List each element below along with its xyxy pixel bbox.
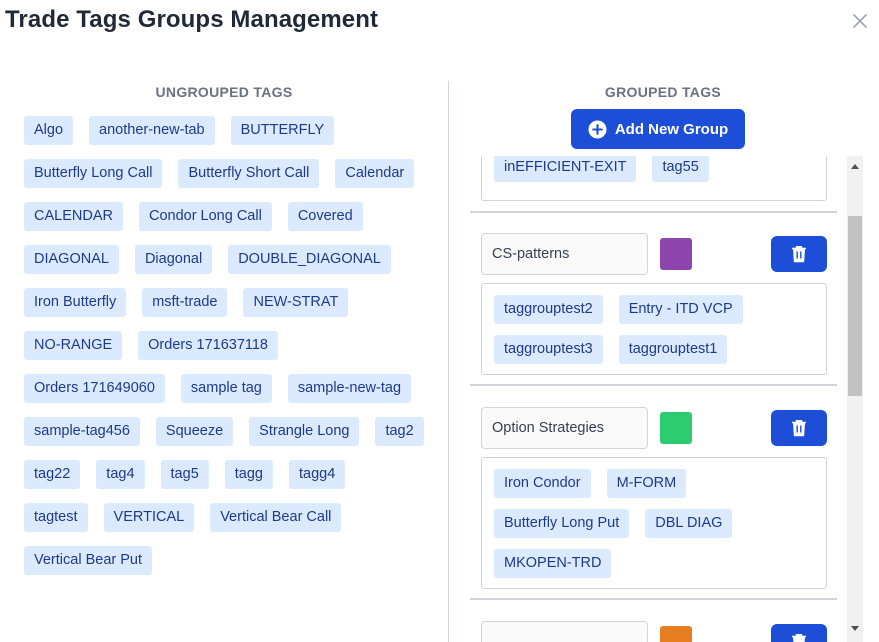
group-separator xyxy=(470,598,837,600)
dialog-title: Trade Tags Groups Management xyxy=(5,6,379,33)
tag-chip[interactable]: DOUBLE_DIAGONAL xyxy=(228,245,391,274)
grouped-tags-heading: GROUPED TAGS xyxy=(604,84,722,100)
tag-chip[interactable]: Squeeze xyxy=(155,417,234,446)
group-color-swatch[interactable] xyxy=(660,626,692,642)
groups-scrollbar[interactable] xyxy=(847,156,863,642)
tag-chip[interactable]: tag22 xyxy=(24,460,81,489)
add-new-group-label: Add New Group xyxy=(614,120,729,138)
scroll-up-arrow-icon[interactable] xyxy=(847,160,863,172)
tag-chip[interactable]: tagg4 xyxy=(289,460,346,489)
group-name-input[interactable] xyxy=(481,621,648,642)
tag-chip[interactable]: Butterfly Long Call xyxy=(24,159,163,188)
tag-chip[interactable]: sample tag xyxy=(180,374,272,403)
group-name-input[interactable]: Option Strategies xyxy=(481,407,648,449)
tag-chip[interactable]: tag55 xyxy=(652,156,709,182)
scroll-down-arrow-icon[interactable] xyxy=(847,622,863,634)
tag-chip[interactable]: Orders 171637118 xyxy=(138,331,279,360)
tag-chip[interactable]: MKOPEN-TRD xyxy=(494,549,612,578)
tag-chip[interactable]: NEW-STRAT xyxy=(243,288,349,317)
tag-chip[interactable]: BUTTERFLY xyxy=(230,116,335,145)
group-color-swatch[interactable] xyxy=(660,412,692,444)
tag-chip[interactable]: msft-trade xyxy=(142,288,228,317)
group-separator xyxy=(470,211,837,213)
tag-chip[interactable]: taggrouptest3 xyxy=(494,335,603,364)
delete-group-button[interactable] xyxy=(771,236,827,272)
tag-chip[interactable]: taggrouptest2 xyxy=(494,295,603,324)
tag-chip[interactable]: sample-tag456 xyxy=(24,417,140,446)
column-divider xyxy=(448,81,449,642)
tag-chip[interactable]: DBL DIAG xyxy=(645,509,733,538)
ungrouped-tags-heading: UNGROUPED TAGS xyxy=(155,84,293,100)
tag-chip[interactable]: Butterfly Short Call xyxy=(178,159,320,188)
tag-chip[interactable]: inEFFICIENT-EXIT xyxy=(494,156,637,182)
tag-chip[interactable]: Algo xyxy=(24,116,74,145)
tag-chip[interactable]: tag4 xyxy=(96,460,145,489)
tag-chip[interactable]: M-FORM xyxy=(606,469,687,498)
tag-chip[interactable]: another-new-tab xyxy=(89,116,215,145)
tag-chip[interactable]: Vertical Bear Put xyxy=(24,546,152,575)
tag-chip[interactable]: Covered xyxy=(287,202,363,231)
tag-chip[interactable]: DIAGONAL xyxy=(24,245,119,274)
delete-group-button[interactable] xyxy=(771,410,827,446)
tag-chip[interactable]: tag2 xyxy=(375,417,424,446)
group-tags-drop-zone[interactable]: taggrouptest2 Entry - ITD VCP taggrouptest… xyxy=(481,283,827,375)
add-new-group-button[interactable]: Add New Group xyxy=(571,109,745,149)
tag-chip[interactable]: Condor Long Call xyxy=(138,202,272,231)
tag-chip[interactable]: Iron Condor xyxy=(494,469,591,498)
tag-chip[interactable]: sample-new-tag xyxy=(287,374,412,403)
tag-chip[interactable]: Calendar xyxy=(335,159,415,188)
tag-chip[interactable]: VERTICAL xyxy=(103,503,195,532)
tag-chip[interactable]: Iron Butterfly xyxy=(24,288,127,317)
trash-icon xyxy=(792,246,806,263)
ungrouped-tags-list: Algo another-new-tab BUTTERFLY Butterfly Lo… xyxy=(24,116,424,575)
tag-chip[interactable]: Diagonal xyxy=(134,245,213,274)
trash-icon xyxy=(792,420,806,437)
tag-chip[interactable]: Strangle Long xyxy=(249,417,360,446)
tag-chip[interactable]: Orders 171649060 xyxy=(24,374,165,403)
close-icon[interactable] xyxy=(849,10,871,32)
delete-group-button[interactable] xyxy=(771,624,827,642)
group-tags-drop-zone[interactable]: inEFFICIENT-EXIT tag55 xyxy=(481,156,827,201)
plus-circle-icon xyxy=(588,119,607,139)
groups-scroll-area[interactable]: inEFFICIENT-EXIT tag55 CS-patterns taggro… xyxy=(470,156,846,642)
tag-chip[interactable]: Butterfly Long Put xyxy=(494,509,630,538)
tag-chip[interactable]: CALENDAR xyxy=(24,202,123,231)
tag-chip[interactable]: tagg xyxy=(224,460,273,489)
group-separator xyxy=(470,384,837,386)
group-name-input[interactable]: CS-patterns xyxy=(481,233,648,275)
tag-chip[interactable]: taggrouptest1 xyxy=(618,335,728,364)
tag-chip[interactable]: Vertical Bear Call xyxy=(210,503,342,532)
group-color-swatch[interactable] xyxy=(660,238,692,270)
tag-chip[interactable]: tag5 xyxy=(160,460,209,489)
tag-chip[interactable]: NO-RANGE xyxy=(24,331,123,360)
tag-chip[interactable]: Entry - ITD VCP xyxy=(618,295,743,324)
scrollbar-thumb[interactable] xyxy=(848,216,862,396)
trash-icon xyxy=(792,634,806,642)
group-tags-drop-zone[interactable]: Iron Condor M-FORM Butterfly Long Put DBL D… xyxy=(481,457,827,589)
tag-chip[interactable]: tagtest xyxy=(24,503,88,532)
